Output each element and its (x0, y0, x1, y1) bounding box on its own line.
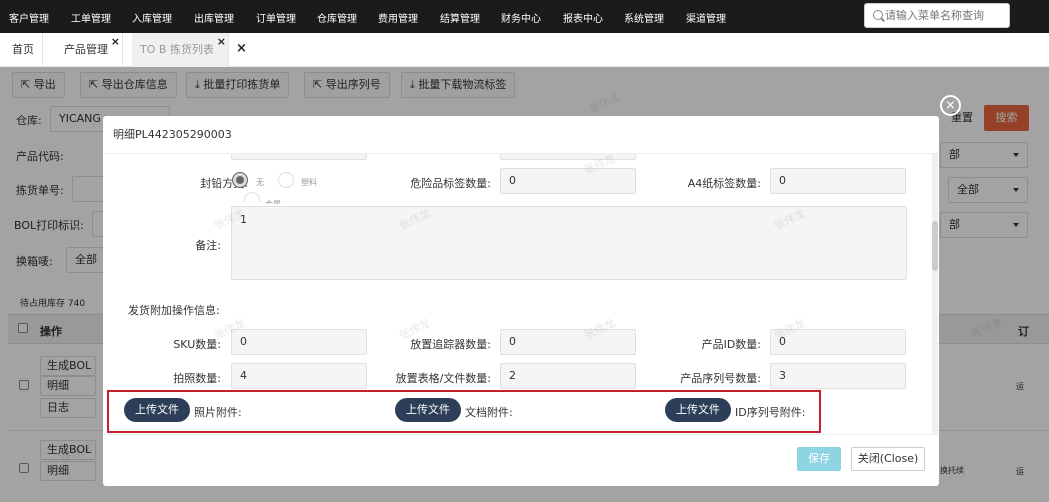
close-button[interactable]: 关闭(Close) (851, 447, 925, 471)
photo-count-label: 拍照数量: (173, 372, 221, 385)
sku-input[interactable]: 0 (231, 329, 367, 355)
menu-search-input[interactable] (885, 7, 1005, 24)
detail-modal: 明细PL442305290003 封铅方式: 无 塑料 金属 危险品标签数量: … (103, 116, 939, 486)
danger-input[interactable]: 0 (500, 168, 636, 194)
seal-option-none: 无 (256, 178, 264, 187)
tab-product-label: 产品管理 (64, 43, 108, 56)
sku-label: SKU数量: (173, 338, 221, 351)
highlight-box (107, 390, 821, 433)
photo-count-input[interactable]: 4 (231, 363, 367, 389)
menu-workorder[interactable]: 工单管理 (71, 10, 111, 25)
menu-settlement[interactable]: 结算管理 (440, 10, 480, 25)
seal-radio-plastic[interactable] (278, 172, 294, 188)
form-count-input[interactable]: 2 (500, 363, 636, 389)
search-icon (873, 10, 883, 20)
seal-radio-metal[interactable] (244, 192, 260, 202)
tab-tob-pick-label: TO B 拣货列表 (140, 43, 214, 56)
menu-fee[interactable]: 费用管理 (378, 10, 418, 25)
menu-outbound[interactable]: 出库管理 (194, 10, 234, 25)
close-icon[interactable]: × (940, 95, 961, 116)
menu-finance[interactable]: 财务中心 (501, 10, 541, 25)
tracker-label: 放置追踪器数量: (410, 338, 491, 351)
serial-count-input[interactable]: 3 (770, 363, 906, 389)
a4-label: A4纸标签数量: (687, 177, 761, 190)
danger-label: 危险品标签数量: (410, 177, 491, 190)
menu-report[interactable]: 报表中心 (563, 10, 603, 25)
menu-order[interactable]: 订单管理 (256, 10, 296, 25)
tab-home[interactable]: 首页 (4, 33, 43, 67)
clipped-field (231, 154, 367, 160)
a4-input[interactable]: 0 (770, 168, 906, 194)
serial-count-label: 产品序列号数量: (680, 372, 761, 385)
close-icon[interactable]: × (111, 25, 120, 59)
seal-option-metal: 金属 (265, 199, 281, 204)
menu-search[interactable] (864, 3, 1010, 28)
menu-warehouse[interactable]: 仓库管理 (317, 10, 357, 25)
menu-system[interactable]: 系统管理 (624, 10, 664, 25)
section-title: 发货附加操作信息: (128, 304, 220, 317)
product-id-label: 产品ID数量: (701, 338, 761, 351)
modal-scrollbar-thumb[interactable] (932, 221, 938, 271)
close-icon[interactable]: × (217, 25, 226, 59)
form-count-label: 放置表格/文件数量: (395, 372, 491, 385)
remark-label: 备注: (195, 239, 221, 252)
top-nav: 客户管理 工单管理 入库管理 出库管理 订单管理 仓库管理 费用管理 结算管理 … (0, 0, 1049, 33)
modal-scrollbar[interactable] (932, 154, 938, 434)
menu-customer[interactable]: 客户管理 (9, 10, 49, 25)
tab-home-label: 首页 (12, 43, 34, 56)
modal-title: 明细PL442305290003 (103, 116, 939, 154)
save-button[interactable]: 保存 (797, 447, 841, 471)
menu-inbound[interactable]: 入库管理 (132, 10, 172, 25)
modal-footer: 保存 关闭(Close) (103, 434, 939, 486)
seal-option-plastic: 塑料 (301, 178, 317, 187)
tab-bar: 首页 产品管理 × TO B 拣货列表 × × (0, 33, 1049, 67)
seal-radio-none[interactable] (232, 172, 248, 188)
tab-product[interactable]: 产品管理 × (56, 33, 123, 67)
tab-tob-pick[interactable]: TO B 拣货列表 × (132, 33, 229, 67)
close-all-tabs-icon[interactable]: × (236, 41, 247, 56)
tracker-input[interactable]: 0 (500, 329, 636, 355)
menu-channel[interactable]: 渠道管理 (686, 10, 726, 25)
